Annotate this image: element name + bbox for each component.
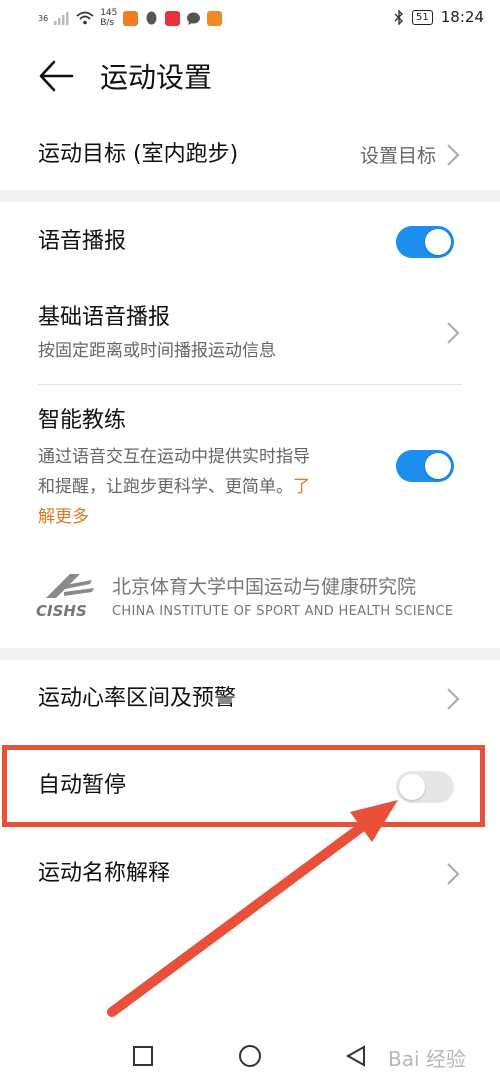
recents-square-icon[interactable] <box>131 1044 155 1068</box>
watermark: Bai 经验 <box>388 1047 466 1071</box>
nav-bar: Bai 经验 <box>0 1035 500 1080</box>
home-circle-icon[interactable] <box>238 1044 262 1068</box>
annotation-arrow-icon <box>107 800 398 1017</box>
back-triangle-icon[interactable] <box>344 1044 368 1068</box>
